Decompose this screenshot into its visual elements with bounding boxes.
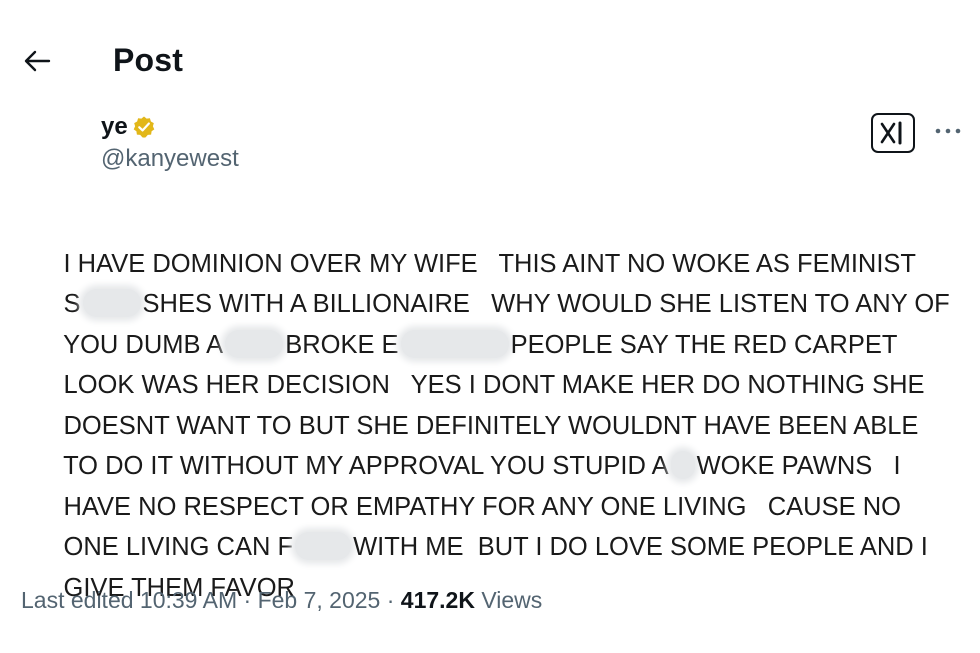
post-text-segment: LOOK WAS HER DECISION YES I DONT MAKE HE…: [63, 371, 925, 399]
post-text-segment: PEOPLE SAY THE RED CARPET: [510, 330, 898, 359]
more-options-button[interactable]: [930, 116, 966, 146]
censored-word: [400, 329, 509, 358]
post-text-segment: BROKE E: [285, 330, 399, 359]
post-text-line: I HAVE DOMINION OVER MY WIFE THIS AINT N…: [21, 203, 976, 278]
views-label: Views: [481, 587, 543, 613]
post-author[interactable]: ye @kanyewest: [101, 112, 239, 173]
back-button[interactable]: [20, 44, 54, 78]
post-text-segment: S: [63, 290, 81, 318]
post-text-segment: WITH ME BUT I DO LOVE SOME PEOPLE AND I: [353, 533, 928, 561]
post-text-segment: ONE LIVING CAN F: [63, 533, 294, 561]
post-text-segment: DOESNT WANT TO BUT SHE DEFINITELY WOULDN…: [63, 411, 919, 440]
views-count: 417.2K: [400, 587, 475, 613]
meta-separator: ·: [243, 587, 252, 613]
verified-badge-icon[interactable]: [132, 115, 156, 139]
edited-label[interactable]: Last edited: [21, 587, 134, 613]
more-options-icon: [935, 128, 961, 134]
arrow-left-icon: [24, 50, 51, 72]
censored-word: [82, 289, 141, 317]
author-name-row: ye: [101, 112, 239, 142]
post-text-segment: TO DO IT WITHOUT MY APPROVAL YOU STUPID …: [63, 452, 669, 480]
post-text-segment: YOU DUMB A: [63, 330, 224, 359]
post-text-segment: HAVE NO RESPECT OR EMPATHY FOR ANY ONE L…: [63, 492, 901, 521]
page-title: Post: [113, 42, 184, 78]
post-date[interactable]: Feb 7, 2025: [258, 587, 381, 613]
page-header: Post: [0, 38, 980, 86]
censored-word: [225, 329, 284, 358]
post-time[interactable]: 10:39 AM: [140, 587, 237, 613]
censored-word: [670, 451, 695, 479]
post-text: I HAVE DOMINION OVER MY WIFE THIS AINT N…: [21, 203, 976, 602]
post-metadata: Last edited 10:39 AM · Feb 7, 2025 · 417…: [21, 587, 542, 614]
grok-button[interactable]: [871, 113, 915, 153]
post-page: Post ye @kanyewest I HAVE DOMINION OVER …: [0, 0, 980, 653]
post-text-segment: SHES WITH A BILLIONAIRE WHY WOULD SHE LI…: [142, 290, 950, 318]
censored-word: [295, 532, 352, 560]
meta-separator: ·: [386, 587, 395, 613]
author-display-name[interactable]: ye: [101, 113, 128, 141]
post-text-segment: WOKE PAWNS I: [696, 452, 901, 480]
grok-icon: [880, 121, 902, 145]
author-handle[interactable]: @kanyewest: [101, 145, 239, 173]
post-text-segment: I HAVE DOMINION OVER MY WIFE THIS AINT N…: [63, 249, 916, 278]
